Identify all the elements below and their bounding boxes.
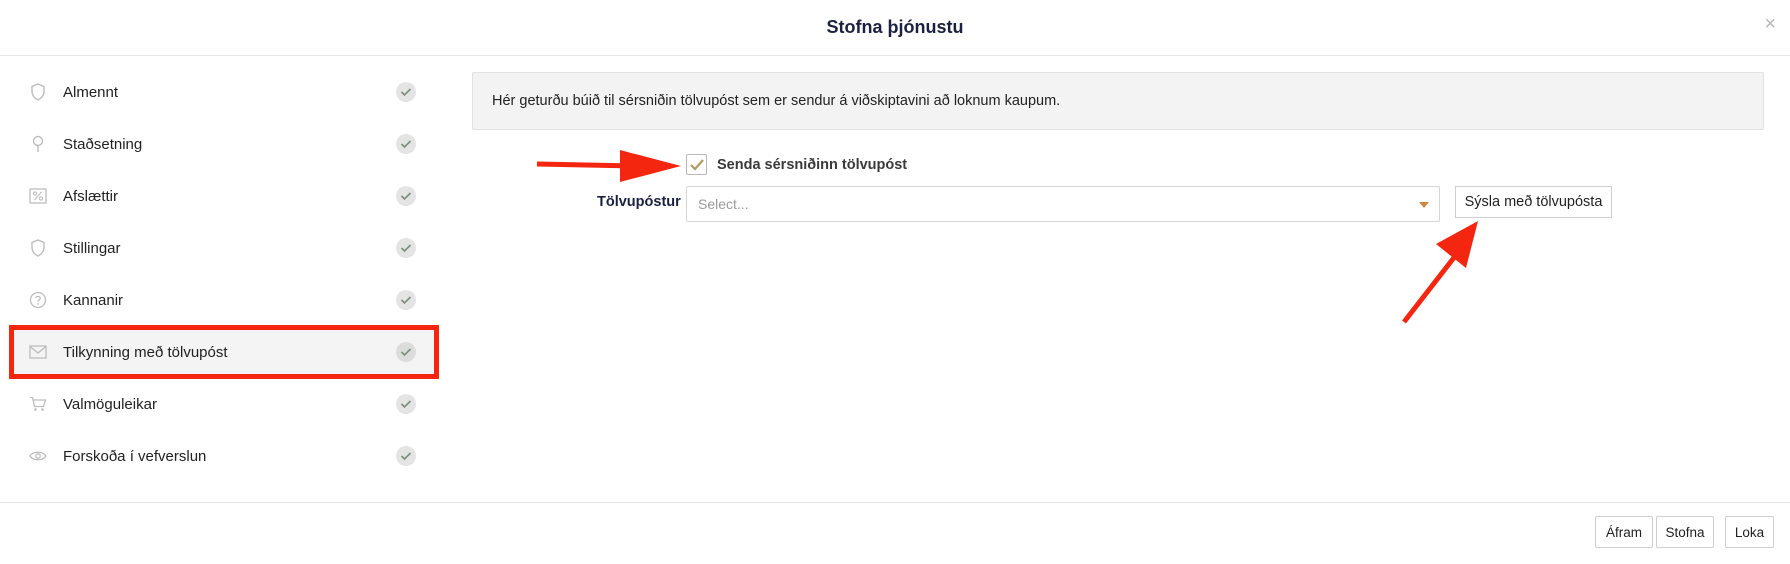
question-icon <box>28 290 48 310</box>
sidebar-item-stadsetning[interactable]: Staðsetning <box>10 118 438 170</box>
percent-icon <box>28 186 48 206</box>
checkmark-icon <box>689 159 704 171</box>
check-icon <box>396 238 416 258</box>
cart-icon <box>28 394 48 414</box>
modal-footer <box>0 502 1790 564</box>
sidebar-item-label: Almennt <box>63 83 119 101</box>
caret-down-icon <box>1419 202 1429 208</box>
sidebar-item-label: Forskoða í vefverslun <box>63 447 207 465</box>
sidebar-item-almennt[interactable]: Almennt <box>10 66 438 118</box>
info-text: Hér geturðu búið til sérsniðin tölvupóst… <box>492 93 1061 109</box>
check-icon <box>396 186 416 206</box>
custom-email-checkbox-row[interactable]: Senda sérsniðinn tölvupóst <box>686 154 907 175</box>
email-select-placeholder: Select... <box>698 196 749 212</box>
sidebar-item-tilkynning-med-tolvupost[interactable]: Tilkynning með tölvupóst <box>9 325 439 379</box>
close-button[interactable]: Loka <box>1725 516 1774 548</box>
close-icon[interactable]: × <box>1764 14 1776 34</box>
sidebar-item-label: Kannanir <box>63 291 124 309</box>
shield-icon <box>28 82 48 102</box>
envelope-icon <box>28 342 48 362</box>
sidebar-item-label: Afslættir <box>63 187 119 205</box>
custom-email-checkbox[interactable] <box>686 154 707 175</box>
sidebar-item-stillingar[interactable]: Stillingar <box>10 222 438 274</box>
sidebar-item-label: Valmöguleikar <box>63 395 157 413</box>
next-button[interactable]: Áfram <box>1595 516 1653 548</box>
check-icon <box>396 290 416 310</box>
annotation-arrow-manage-button <box>1402 221 1478 324</box>
manage-emails-button[interactable]: Sýsla með tölvupósta <box>1455 186 1612 218</box>
modal-header: Stofna þjónustu × <box>0 0 1790 56</box>
create-service-modal: Stofna þjónustu × Almennt Staðsetning Af… <box>0 0 1790 564</box>
sidebar-item-label: Stillingar <box>63 239 121 257</box>
sidebar-item-label: Tilkynning með tölvupóst <box>63 343 228 361</box>
info-box: Hér geturðu búið til sérsniðin tölvupóst… <box>472 72 1764 130</box>
create-button[interactable]: Stofna <box>1656 516 1714 548</box>
check-icon <box>396 134 416 154</box>
sidebar-item-kannanir[interactable]: Kannanir <box>10 274 438 326</box>
annotation-arrow-checkbox <box>536 150 681 182</box>
email-field-label: Tölvupóstur <box>597 194 681 210</box>
location-pin-icon <box>28 134 48 154</box>
sidebar-item-afslaettir[interactable]: Afslættir <box>10 170 438 222</box>
sidebar-item-forskoda-i-vefverslun[interactable]: Forskoða í vefverslun <box>10 430 438 482</box>
eye-icon <box>28 446 48 466</box>
check-icon <box>396 342 416 362</box>
sidebar-nav: Almennt Staðsetning Afslættir Stillingar… <box>9 66 439 482</box>
check-icon <box>396 394 416 414</box>
check-icon <box>396 82 416 102</box>
sidebar-item-valmoguleikar[interactable]: Valmöguleikar <box>10 378 438 430</box>
modal-title: Stofna þjónustu <box>826 17 964 37</box>
shield-icon <box>28 238 48 258</box>
checkbox-label: Senda sérsniðinn tölvupóst <box>717 156 908 173</box>
sidebar-item-label: Staðsetning <box>63 135 143 153</box>
check-icon <box>396 446 416 466</box>
email-select[interactable]: Select... <box>686 186 1440 222</box>
